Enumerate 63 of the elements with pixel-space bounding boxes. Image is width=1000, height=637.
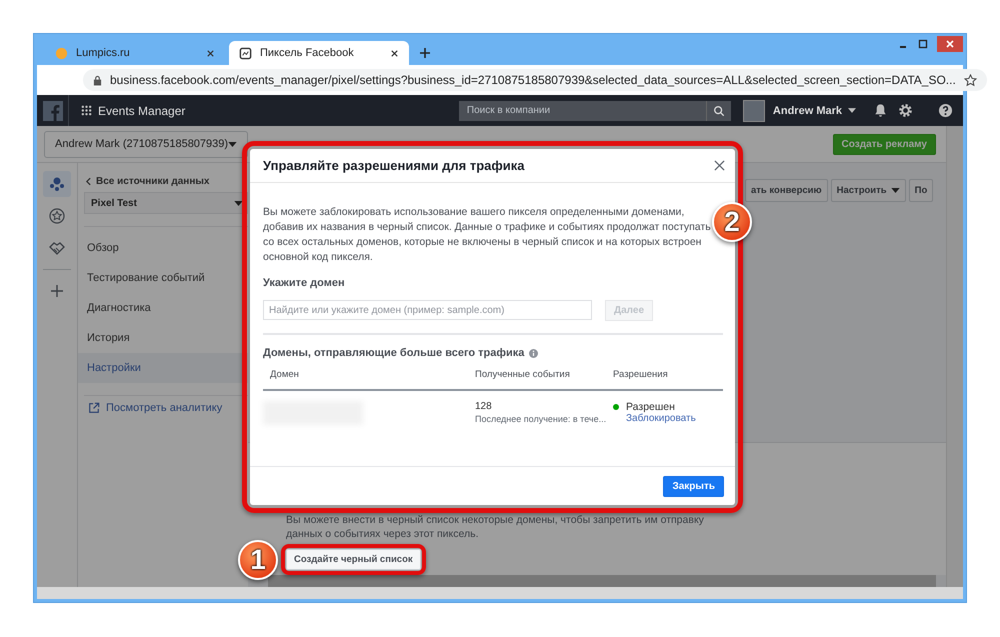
browser-tab[interactable]: Lumpics.ru <box>45 41 225 65</box>
caret-icon <box>228 142 237 146</box>
tab-title: Пиксель Facebook <box>260 47 355 59</box>
close-button[interactable]: Закрыть <box>663 476 724 496</box>
handshake-icon <box>49 240 65 256</box>
bell-icon[interactable] <box>873 103 888 118</box>
circle-icon <box>55 46 68 60</box>
account-selector[interactable]: Andrew Mark (2710875185807939) <box>44 130 248 158</box>
plus-icon <box>49 283 65 299</box>
info-icon[interactable] <box>529 348 538 358</box>
avatar-placeholder[interactable] <box>742 100 765 122</box>
block-link[interactable]: Заблокировать <box>626 413 723 424</box>
user-name[interactable]: Andrew Mark <box>772 104 842 116</box>
close-icon[interactable] <box>206 48 215 58</box>
star-icon[interactable] <box>964 74 977 86</box>
status-text: Разрешен <box>626 401 675 413</box>
plus-icon[interactable] <box>419 47 431 59</box>
column-header: Домен <box>269 368 300 380</box>
domain-input-field[interactable]: Найдите или укажите домен (пример: sample.com) <box>263 300 592 320</box>
toolbar-button[interactable]: ать конверсию <box>745 179 828 202</box>
star-icon <box>49 208 65 224</box>
sidebar-item[interactable]: Обзор <box>78 233 248 263</box>
column-header: Разрешения <box>613 368 669 380</box>
table-cell-text: Последнее получение: в тече... <box>475 414 608 424</box>
scrollbar[interactable] <box>268 575 936 587</box>
sidebar-item[interactable]: Диагностика <box>78 293 248 323</box>
scrollbar[interactable] <box>37 587 963 599</box>
blacklist-description: Вы можете внести в черный список некоторые домены, чтобы запретить им отправку данных о событиях через этот пиксель. <box>286 513 705 541</box>
caret-icon[interactable] <box>848 108 856 113</box>
rail-item[interactable] <box>43 171 71 197</box>
dialog-title: Управляйте разрешениями для трафика <box>263 158 525 173</box>
toolbar-button[interactable]: Настроить <box>830 179 906 202</box>
view-analytics-link[interactable]: Посмотреть аналитику <box>78 402 248 414</box>
toolbar-button[interactable]: По <box>908 179 934 202</box>
caret-icon <box>234 200 243 206</box>
browser-tab[interactable]: Пиксель Facebook <box>229 41 409 65</box>
status-dot-icon <box>613 404 619 410</box>
settings-icon[interactable] <box>898 103 913 118</box>
help-icon[interactable] <box>938 103 953 118</box>
people-icon <box>49 176 65 192</box>
lock-icon <box>93 74 102 86</box>
close-icon[interactable] <box>714 160 725 171</box>
app-name: Events Manager <box>98 104 186 118</box>
column-header: Полученные события <box>475 368 571 380</box>
tab-title: Lumpics.ru <box>76 47 131 59</box>
table-cell-text: 128 <box>475 401 493 412</box>
sidebar-item[interactable]: История <box>78 323 248 353</box>
search-field[interactable]: Поиск в компании <box>458 100 706 120</box>
sidebar-item[interactable]: Тестирование событий <box>78 263 248 293</box>
chevron-left-icon[interactable] <box>86 177 91 186</box>
search-icon[interactable] <box>706 100 731 120</box>
maximize-icon[interactable] <box>917 39 929 49</box>
back-link[interactable]: Все источники данных <box>96 176 210 187</box>
close-icon[interactable] <box>390 48 399 58</box>
field-label: Укажите домен <box>263 277 346 289</box>
create-blacklist-button[interactable]: Создайте черный список <box>286 549 421 570</box>
external-link-icon <box>88 402 100 414</box>
table-title: Домены, отправляющие больше всего трафика <box>263 347 524 359</box>
caret-icon <box>890 188 900 193</box>
page-icon <box>239 46 252 60</box>
apps-grid-icon[interactable] <box>81 105 92 116</box>
address-bar[interactable]: business.facebook.com/events_manager/pixel/settings?business_id=2710875185807939&selected_data_sources=ALL&selected_screen_section=DATA_SO... <box>83 69 987 91</box>
dialog-description: Вы можете заблокировать использование вашего пикселя определенными доменами, добавив их названия в черный список. Данные о трафике и событиях продолжат поступать со всех остальных доменов, которые не включены в черный список и на которых встроен основной код пикселя. <box>263 205 712 265</box>
